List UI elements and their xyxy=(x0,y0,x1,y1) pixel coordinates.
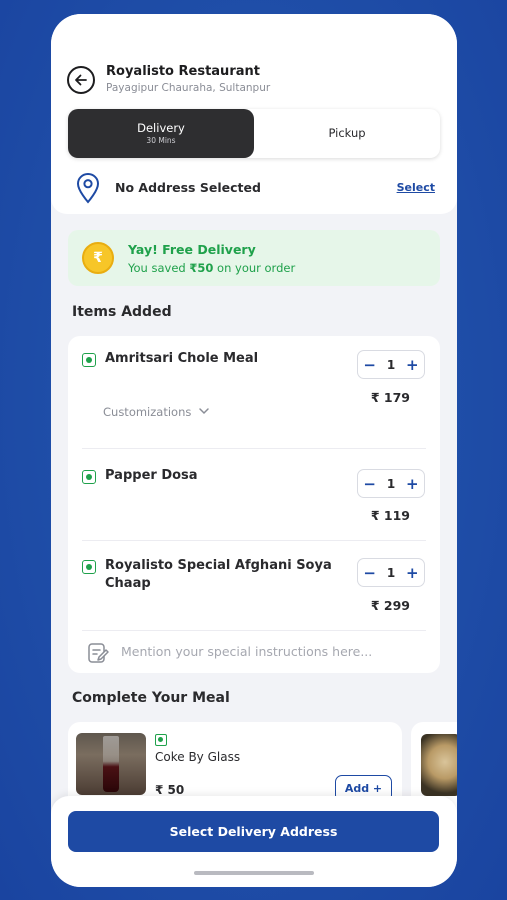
item-name: Amritsari Chole Meal xyxy=(105,351,259,366)
divider xyxy=(82,540,426,541)
veg-indicator-icon xyxy=(82,470,96,484)
tab-delivery-label: Delivery xyxy=(137,121,185,135)
item-name: Papper Dosa xyxy=(105,468,198,483)
special-instructions-placeholder: Mention your special instructions here..… xyxy=(121,644,373,659)
quantity-stepper: − 1 + xyxy=(357,558,425,587)
customizations-toggle[interactable]: Customizations xyxy=(103,405,210,419)
free-delivery-banner: ₹ Yay! Free Delivery You saved ₹50 on yo… xyxy=(68,230,440,286)
item-name: Royalisto Special Afghani Soya Chaap xyxy=(105,558,332,591)
decrease-button[interactable]: − xyxy=(363,356,376,374)
delivery-mode-toggle: Delivery 30 Mins Pickup xyxy=(68,109,440,158)
veg-indicator-icon xyxy=(155,734,167,746)
item-price: ₹ 179 xyxy=(370,390,410,405)
app-screen: Royalisto Restaurant Payagipur Chauraha,… xyxy=(51,14,457,887)
header-card: Royalisto Restaurant Payagipur Chauraha,… xyxy=(51,14,457,214)
increase-button[interactable]: + xyxy=(406,356,419,374)
restaurant-name: Royalisto Restaurant xyxy=(106,64,260,79)
quantity-stepper: − 1 + xyxy=(357,350,425,379)
quantity-value: 1 xyxy=(386,357,396,372)
quantity-value: 1 xyxy=(386,476,396,491)
savings-prefix: You saved xyxy=(128,261,186,275)
divider xyxy=(82,448,426,449)
back-button[interactable] xyxy=(67,66,95,94)
item-price: ₹ 299 xyxy=(370,598,410,613)
divider xyxy=(82,630,426,631)
quantity-value: 1 xyxy=(386,565,396,580)
home-indicator xyxy=(194,871,314,875)
bottom-action-bar: Select Delivery Address xyxy=(51,796,457,887)
coke-glass-image xyxy=(76,733,146,795)
tab-delivery-time: 30 Mins xyxy=(146,136,176,145)
customizations-label: Customizations xyxy=(103,405,192,419)
tab-pickup[interactable]: Pickup xyxy=(254,109,440,158)
tab-delivery[interactable]: Delivery 30 Mins xyxy=(68,109,254,158)
savings-suffix: on your order xyxy=(217,261,296,275)
chevron-down-icon xyxy=(199,408,209,415)
suggestion-name: Coke By Glass xyxy=(155,750,241,764)
suggestion-price: ₹ 50 xyxy=(155,783,185,797)
veg-indicator-icon xyxy=(82,353,96,367)
address-status: No Address Selected xyxy=(115,180,261,195)
decrease-button[interactable]: − xyxy=(363,564,376,582)
savings-amount: ₹50 xyxy=(189,261,214,275)
note-edit-icon xyxy=(88,643,109,663)
increase-button[interactable]: + xyxy=(406,564,419,582)
free-delivery-title: Yay! Free Delivery xyxy=(128,242,256,257)
veg-indicator-icon xyxy=(82,560,96,574)
rupee-coin-icon: ₹ xyxy=(82,242,114,274)
glass-shape xyxy=(103,736,119,792)
select-address-link[interactable]: Select xyxy=(397,181,435,194)
free-delivery-savings: You saved ₹50 on your order xyxy=(128,261,295,275)
select-delivery-address-button[interactable]: Select Delivery Address xyxy=(68,811,439,852)
item-price: ₹ 119 xyxy=(370,508,410,523)
decrease-button[interactable]: − xyxy=(363,475,376,493)
restaurant-address: Payagipur Chauraha, Sultanpur xyxy=(106,82,271,94)
location-pin-icon xyxy=(76,172,100,204)
items-added-title: Items Added xyxy=(72,304,172,320)
arrow-left-icon xyxy=(75,74,87,86)
quantity-stepper: − 1 + xyxy=(357,469,425,498)
address-row: No Address Selected Select xyxy=(75,172,435,204)
food-image xyxy=(421,734,457,796)
cart-items-card: Amritsari Chole Meal − 1 + ₹ 179 Customi… xyxy=(68,336,440,673)
increase-button[interactable]: + xyxy=(406,475,419,493)
complete-meal-title: Complete Your Meal xyxy=(72,690,230,706)
